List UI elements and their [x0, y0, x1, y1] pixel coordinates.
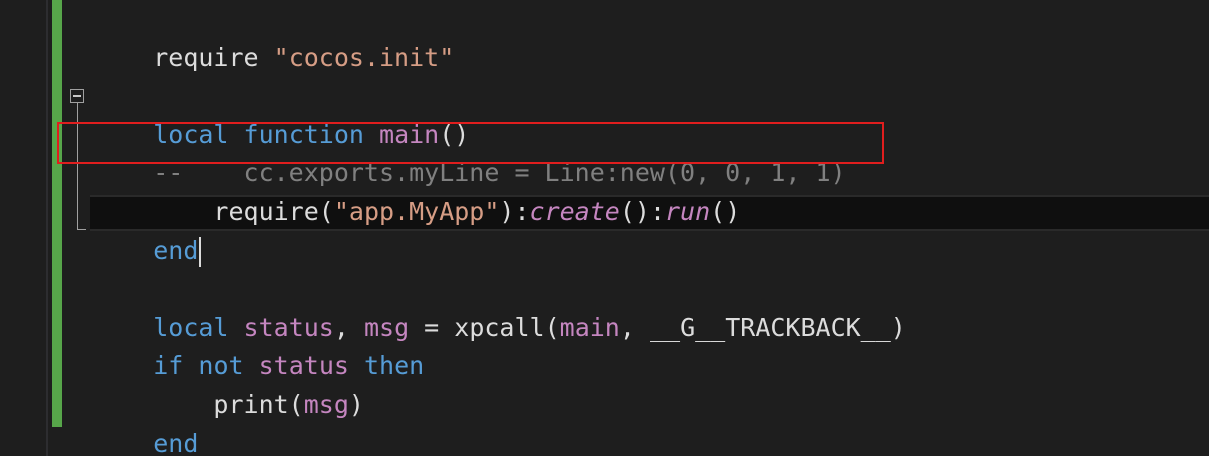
- code-token: ):: [499, 197, 530, 226]
- keyword-token: end: [153, 236, 199, 265]
- code-line-1[interactable]: require "cocos.init": [93, 1, 454, 72]
- code-line-10[interactable]: print(msg): [93, 348, 364, 419]
- line-number-gutter: [0, 0, 46, 456]
- gutter-divider: [46, 0, 48, 456]
- code-line-6[interactable]: end: [93, 194, 202, 267]
- code-line-11[interactable]: end: [93, 387, 198, 456]
- text-caret: [199, 237, 202, 267]
- code-line-9[interactable]: if not status then: [93, 309, 424, 380]
- code-token: (): [710, 197, 741, 226]
- code-line-8[interactable]: local status, msg = xpcall(main, __G__TR…: [93, 271, 906, 342]
- keyword-token: end: [153, 429, 199, 456]
- keyword-token: then: [363, 351, 425, 380]
- change-tracking-bar: [52, 0, 62, 427]
- code-token: require: [153, 43, 274, 72]
- code-token: = xpcall(: [409, 313, 560, 342]
- code-line-4[interactable]: -- cc.exports.myLine = Line:new(0, 0, 1,…: [93, 116, 845, 187]
- outlining-margin: [62, 0, 90, 456]
- variable-name: msg: [303, 390, 349, 419]
- code-token: , __G__TRACKBACK__): [619, 313, 906, 342]
- fold-region-end: [77, 229, 86, 230]
- string-literal: "app.MyApp": [333, 197, 500, 226]
- function-name: main: [559, 313, 620, 342]
- string-literal: "cocos.init": [273, 43, 455, 72]
- method-name: create: [529, 197, 620, 226]
- fold-region-line: [77, 103, 78, 229]
- code-token: ():: [619, 197, 665, 226]
- code-token: ): [348, 390, 364, 419]
- code-line-3[interactable]: local function main(): [93, 78, 469, 149]
- code-line-5[interactable]: require("app.MyApp"):create():run(): [93, 155, 740, 226]
- method-name: run: [665, 197, 711, 226]
- collapse-minus-icon[interactable]: [70, 89, 84, 103]
- code-editor[interactable]: require "cocos.init" local function main…: [0, 0, 1209, 456]
